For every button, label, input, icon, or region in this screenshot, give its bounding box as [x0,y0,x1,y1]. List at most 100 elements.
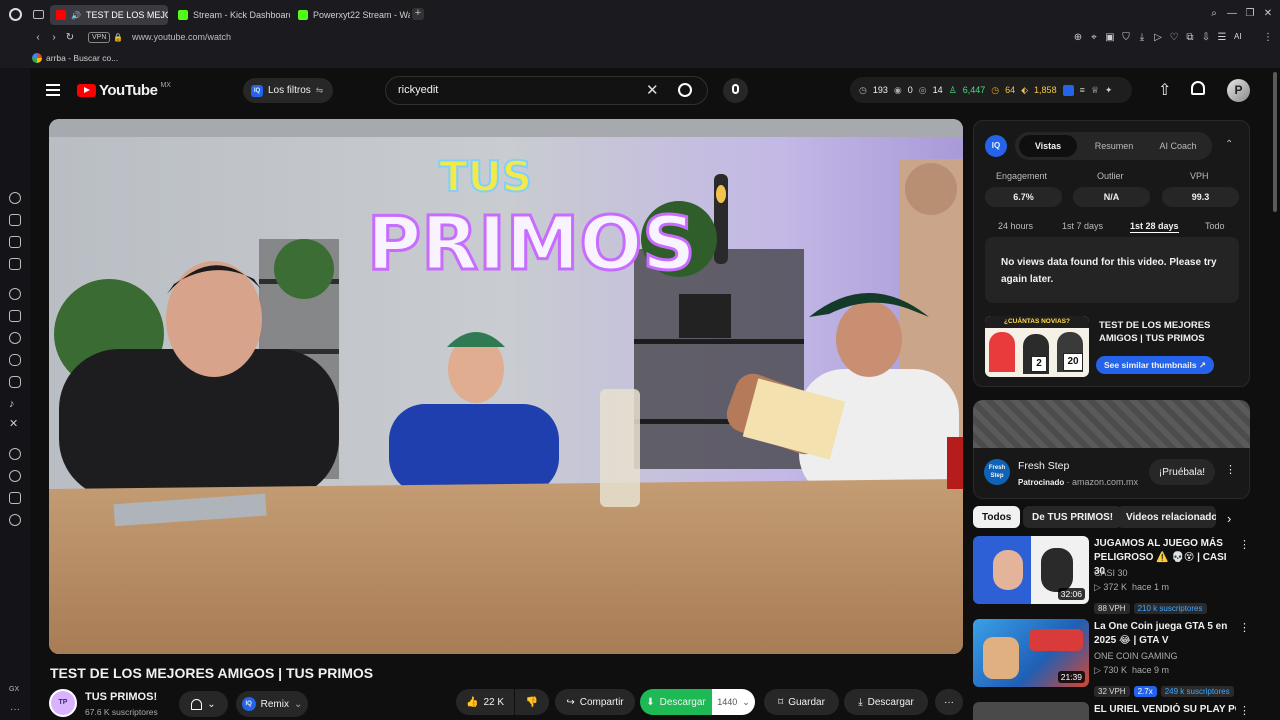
related-more-icon[interactable]: ⋮ [1239,621,1250,634]
page-scrollbar[interactable] [1273,72,1277,212]
reload-icon[interactable]: ↻ [64,32,76,44]
ad-brand[interactable]: Fresh Step [1018,460,1069,472]
extensions-icon[interactable]: ⧉ [1184,32,1196,44]
trophy-icon[interactable]: ♕ [1091,85,1099,96]
ad-more-icon[interactable]: ⋮ [1225,463,1236,476]
zoom-icon[interactable]: ⊕ [1072,32,1084,44]
save-button[interactable]: ⌑ Guardar [764,689,839,715]
ai-sidebar-icon[interactable] [9,214,21,226]
voice-search-icon[interactable] [723,78,748,103]
instagram-icon[interactable] [9,376,21,388]
tab-resumen[interactable]: Resumen [1085,135,1143,157]
search-tabs-icon[interactable]: ⌕ [1208,8,1220,20]
related-title[interactable]: EL URIEL VENDIÓ SU PLAY POR [1094,703,1236,717]
back-icon[interactable]: ‹ [32,32,44,44]
range-7d[interactable]: 1st 7 days [1062,221,1103,231]
tab-youtube[interactable]: 🔊 TEST DE LOS MEJORE [50,5,168,25]
music-icon[interactable] [9,258,21,270]
related-thumbnail[interactable]: 21:39 [973,619,1089,687]
pin-icon[interactable]: ⌖ [1088,32,1100,44]
channel-name[interactable]: TUS PRIMOS! [85,691,157,703]
snapshot-icon[interactable]: ▣ [1104,32,1116,44]
search-box[interactable]: rickyedit ✕ [385,76,708,105]
restore-icon[interactable]: ❐ [1244,8,1256,20]
filters-button[interactable]: IQ Los filtros ⇋ [243,78,333,103]
related-more-icon[interactable]: ⋮ [1239,538,1250,551]
speed-dial-icon[interactable] [9,192,21,204]
chatgpt-icon[interactable] [9,288,21,300]
player-icon[interactable] [9,448,21,460]
iq-ext-icon[interactable] [1062,84,1074,96]
tab-vistas[interactable]: Vistas [1019,135,1077,157]
range-28d[interactable]: 1st 28 days [1130,221,1179,233]
tab-kick-stream[interactable]: Powerxyt22 Stream - Watc [292,5,410,25]
like-button[interactable]: 👍 22 K [456,689,514,715]
ad-banner-image[interactable] [973,400,1250,448]
tiktok-icon[interactable]: ♪ [9,398,21,410]
opera-menu-icon[interactable] [9,8,22,21]
ad-logo[interactable]: Fresh Step [984,459,1010,485]
iq-thumbnail[interactable]: ¿CUÁNTAS NOVIAS? 2 20 [985,316,1089,377]
settings-icon[interactable] [9,514,21,526]
download-icon[interactable]: ⤓ [1136,32,1148,44]
downloads-icon[interactable]: ⇩ [1200,32,1212,44]
search-icon[interactable] [678,83,692,97]
notifications-bell-icon[interactable] [1191,81,1205,95]
discord-icon[interactable] [9,354,21,366]
minimize-icon[interactable]: — [1226,8,1238,20]
chip-videos-relacionados[interactable]: Videos relacionados [1117,506,1216,528]
related-thumbnail[interactable] [973,702,1089,720]
video-player[interactable]: TUS PRIMOS [49,119,963,654]
aria-ai-button[interactable]: AI [1234,32,1242,41]
quality-select[interactable]: 1440 ⌄ [712,689,755,715]
notes-icon[interactable] [9,236,21,248]
whatsapp-icon[interactable] [9,332,21,344]
dislike-button[interactable]: 👎 [515,689,549,715]
easy-setup-icon[interactable]: ☰ [1216,32,1228,44]
vpn-badge[interactable]: VPN [88,32,111,43]
clear-search-icon[interactable]: ✕ [646,81,659,99]
sidebar-more-icon[interactable]: ··· [10,704,20,715]
more-actions-button[interactable]: ··· [935,689,963,715]
account-avatar[interactable]: P [1227,79,1250,102]
similar-thumbnails-button[interactable]: See similar thumbnails ↗ [1096,356,1215,374]
related-video-3[interactable]: EL URIEL VENDIÓ SU PLAY POR ⋮ [973,702,1250,720]
chip-de-tus-primos[interactable]: De TUS PRIMOS! [1023,506,1123,528]
range-all[interactable]: Todo [1205,221,1225,231]
list-icon[interactable]: ≡ [1080,85,1085,95]
history-icon[interactable] [9,470,21,482]
chip-todos[interactable]: Todos [973,506,1021,528]
chips-next-icon[interactable]: › [1227,511,1231,526]
url-field[interactable]: www.youtube.com/watch [132,32,231,42]
tab-ai-coach[interactable]: AI Coach [1149,135,1207,157]
related-video-2[interactable]: 21:39 La One Coin juega GTA 5 en 2025 😂 … [973,619,1250,697]
upload-icon[interactable]: ⇧ [1158,80,1171,100]
search-input[interactable]: rickyedit [398,84,438,96]
extensions-sidebar-icon[interactable] [9,492,21,504]
related-title[interactable]: La One Coin juega GTA 5 en 2025 😂 | GTA … [1094,620,1236,648]
share-button[interactable]: ↪ Compartir [555,689,635,715]
related-video-1[interactable]: 32:06 JUGAMOS AL JUEGO MÁS PELIGROSO ⚠️ … [973,536,1250,614]
sparkle-icon[interactable]: ✦ [1105,85,1113,96]
twitch-icon[interactable] [9,310,21,322]
new-tab-button[interactable]: + [412,8,424,20]
related-thumbnail[interactable]: 32:06 [973,536,1089,604]
send-icon[interactable]: ▷ [1152,32,1164,44]
related-more-icon[interactable]: ⋮ [1239,704,1250,717]
close-window-icon[interactable]: ✕ [1262,8,1274,20]
hamburger-menu-icon[interactable] [46,84,60,99]
subscribed-bell-button[interactable]: ⌄ [179,691,228,717]
download-button[interactable]: ⤓ Descargar [844,689,928,715]
tab-kick-dashboard[interactable]: Stream - Kick Dashboard [172,5,290,25]
channel-avatar[interactable]: TP [49,689,77,717]
tab-overview-icon[interactable] [33,10,44,19]
youtube-logo[interactable]: YouTube MX [77,82,171,99]
more-menu-icon[interactable]: ⋮ [1262,32,1274,44]
bookmark-google[interactable]: arrba - Buscar co... [32,53,118,63]
download-primary-button[interactable]: ⬇ Descargar [640,689,712,715]
heart-icon[interactable]: ♡ [1168,32,1180,44]
ad-cta-button[interactable]: ¡Pruébala! [1149,459,1215,485]
collapse-chevron-icon[interactable]: ⌃ [1225,139,1233,150]
shield-icon[interactable]: ⛉ [1120,32,1132,44]
x-twitter-icon[interactable]: ✕ [9,418,21,430]
